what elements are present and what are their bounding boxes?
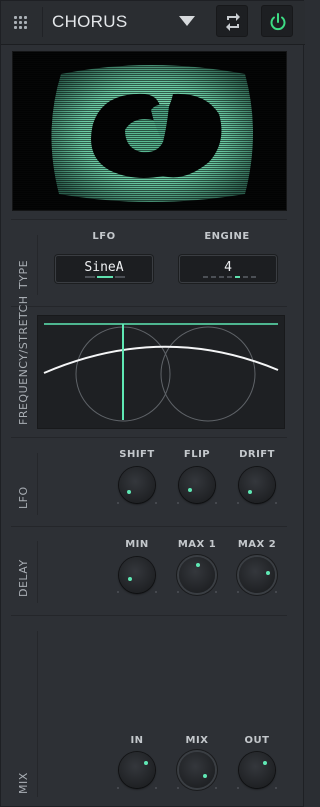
frequency-curve	[43, 323, 279, 422]
shift-knob[interactable]	[119, 467, 155, 503]
lfo-type-value: SineA	[84, 260, 124, 275]
frequency-stretch-label: FREQUENCY/STRETCH	[17, 295, 30, 425]
lfo-type-selector[interactable]: SineA	[54, 254, 154, 284]
dropdown-caret-icon[interactable]	[179, 16, 195, 26]
engine-label: ENGINE	[204, 231, 250, 242]
min-label: MIN	[125, 539, 149, 550]
power-icon	[270, 13, 286, 31]
module-title[interactable]: CHORUS	[52, 12, 127, 32]
drift-knob[interactable]	[239, 467, 275, 503]
in-label: IN	[130, 735, 144, 746]
out-knob[interactable]	[239, 752, 275, 788]
min-knob[interactable]	[119, 557, 155, 593]
swap-icon	[226, 13, 240, 31]
max2-knob[interactable]	[239, 557, 275, 593]
engine-seg	[219, 276, 224, 278]
lfo-type-label: LFO	[92, 231, 116, 242]
mix-knob[interactable]	[179, 752, 215, 788]
type-section-line	[37, 235, 38, 295]
flip-label: FLIP	[183, 449, 211, 460]
shift-label: SHIFT	[119, 449, 155, 460]
delay-section-label: DELAY	[17, 559, 30, 597]
engine-seg-active	[235, 276, 240, 278]
swap-button[interactable]	[216, 5, 248, 37]
chorus-module-panel: CHORUS TYPE LFO SineA ENGINE 4 FREQUENCY…	[0, 0, 305, 807]
engine-seg	[243, 276, 248, 278]
engine-seg	[211, 276, 216, 278]
section-divider	[11, 615, 287, 616]
engine-seg	[251, 276, 256, 278]
section-divider	[11, 437, 287, 438]
engine-selector[interactable]: 4	[178, 254, 278, 284]
max2-label: MAX 2	[237, 539, 277, 550]
lfo-seg	[115, 276, 125, 278]
engine-seg	[203, 276, 208, 278]
type-section-label: TYPE	[17, 259, 30, 289]
section-divider	[11, 306, 287, 307]
grip-icon[interactable]	[13, 15, 29, 31]
engine-value: 4	[224, 260, 232, 275]
engine-seg	[227, 276, 232, 278]
lfo-section-line	[37, 453, 38, 515]
mix-section-line	[37, 631, 38, 797]
header-divider	[42, 7, 43, 37]
module-header: CHORUS	[1, 1, 305, 45]
max1-knob[interactable]	[179, 557, 215, 593]
section-divider	[11, 526, 287, 527]
in-knob[interactable]	[119, 752, 155, 788]
visualizer-graphic	[13, 52, 286, 210]
section-divider	[11, 219, 287, 220]
visualizer-screen	[12, 51, 287, 211]
lfo-section-label: LFO	[17, 486, 30, 509]
lfo-seg-active	[97, 276, 113, 278]
power-button[interactable]	[261, 5, 293, 37]
out-label: OUT	[244, 735, 270, 746]
drift-label: DRIFT	[239, 449, 275, 460]
delay-section-line	[37, 541, 38, 603]
max1-label: MAX 1	[177, 539, 217, 550]
lfo-seg	[85, 276, 95, 278]
frequency-stretch-graph[interactable]	[37, 315, 285, 429]
mix-section-label: MIX	[17, 772, 30, 794]
mix-label: MIX	[185, 735, 209, 746]
flip-knob[interactable]	[179, 467, 215, 503]
